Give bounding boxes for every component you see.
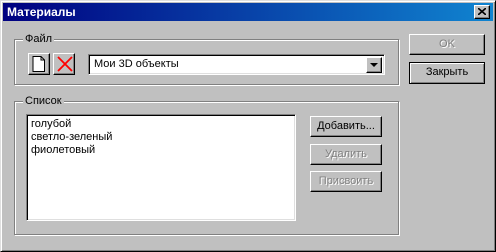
title-bar[interactable]: Материалы <box>3 3 493 21</box>
assign-button[interactable]: Присвоить <box>310 171 382 192</box>
new-library-button[interactable] <box>28 53 50 75</box>
list-item[interactable]: голубой <box>31 118 71 131</box>
delete-library-button[interactable] <box>53 53 75 75</box>
list-group-label: Список <box>23 95 64 107</box>
list-item[interactable]: фиолетовый <box>31 144 95 157</box>
list-group: Список голубой светло-зеленый фиолетовый… <box>14 95 399 235</box>
new-document-icon <box>32 56 45 72</box>
file-group: Файл Мои 3D объекты <box>14 33 399 85</box>
delete-x-icon <box>57 56 73 72</box>
library-select-dropdown-button[interactable] <box>366 57 382 73</box>
ok-button[interactable]: OK <box>409 34 485 55</box>
materials-list[interactable]: голубой светло-зеленый фиолетовый <box>26 114 296 221</box>
materials-dialog: Материалы Файл Мои 3D объекты Список гол… <box>0 0 496 252</box>
add-button[interactable]: Добавить... <box>310 116 382 137</box>
delete-button[interactable]: Удалить <box>310 144 382 165</box>
library-select[interactable]: Мои 3D объекты <box>88 54 385 75</box>
library-select-value: Мои 3D объекты <box>94 58 179 70</box>
chevron-down-icon <box>370 63 378 67</box>
close-button[interactable]: Закрыть <box>409 62 485 84</box>
title-close-button[interactable] <box>474 5 490 19</box>
window-title: Материалы <box>7 5 76 19</box>
list-item[interactable]: светло-зеленый <box>31 131 112 144</box>
close-icon <box>478 8 486 15</box>
file-group-label: Файл <box>23 33 55 45</box>
